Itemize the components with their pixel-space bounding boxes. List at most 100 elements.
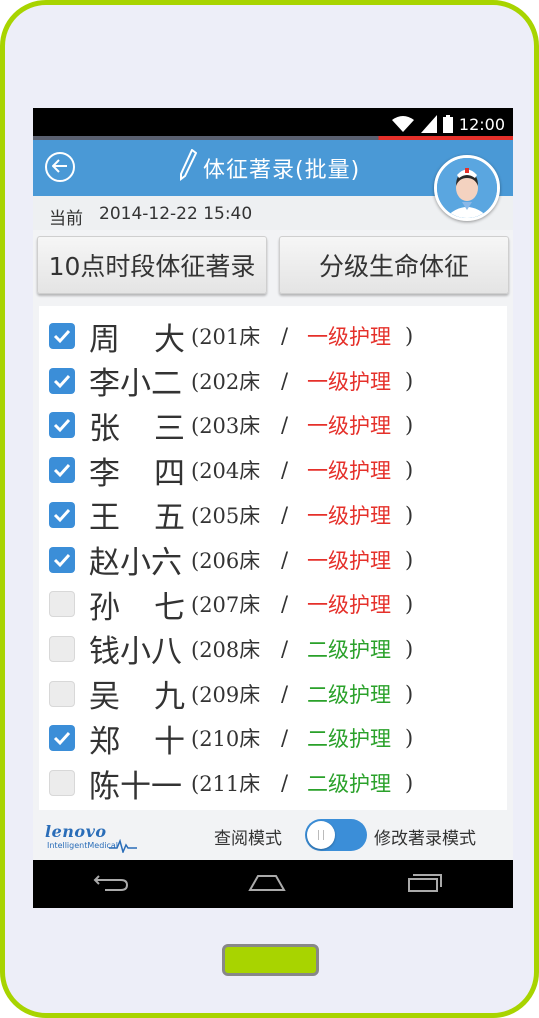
- separator: /: [281, 413, 289, 438]
- bed-number: (208床: [191, 637, 261, 662]
- bed-number: (210床: [191, 727, 261, 752]
- patient-checkbox[interactable]: [49, 635, 75, 662]
- care-level: 二级护理: [307, 637, 391, 662]
- patient-checkbox[interactable]: [49, 501, 75, 528]
- patient-checkbox[interactable]: [49, 680, 75, 707]
- patient-checkbox[interactable]: [49, 725, 75, 752]
- care-level: 二级护理: [307, 682, 391, 707]
- close-paren: ): [405, 592, 414, 617]
- care-level: 一级护理: [307, 414, 391, 439]
- patient-name: 吴九: [89, 679, 185, 716]
- patient-checkbox[interactable]: [49, 323, 75, 349]
- date-label: 当前: [49, 209, 83, 229]
- close-paren: ): [405, 458, 414, 483]
- view-mode-label: 查阅模式: [214, 829, 282, 849]
- nav-back-button[interactable]: [91, 870, 131, 898]
- date-value: 2014-12-22 15:40: [99, 204, 253, 224]
- care-level: 一级护理: [307, 548, 391, 573]
- care-level: 一级护理: [307, 325, 391, 349]
- separator: /: [281, 502, 289, 527]
- patient-checkbox[interactable]: [49, 546, 75, 573]
- nurse-avatar[interactable]: [434, 155, 500, 221]
- separator: /: [281, 681, 289, 706]
- back-icon: [51, 158, 68, 177]
- close-paren: ): [405, 368, 414, 393]
- lenovo-logo: lenovo IntelligentMedical: [45, 822, 141, 854]
- separator: /: [281, 547, 289, 572]
- close-paren: ): [405, 681, 414, 706]
- toggle-knob: [307, 821, 335, 849]
- patient-name: 李四: [89, 455, 185, 492]
- separator: /: [281, 771, 289, 795]
- patient-checkbox[interactable]: [49, 591, 75, 618]
- patient-name: 赵小六: [89, 545, 182, 581]
- patient-checkbox[interactable]: [49, 367, 75, 394]
- patient-list: 周大 (201床 / 一级护理) 李小二 (202床 / 一级护理) 张三 (203床 / 一级护理)…: [39, 306, 507, 810]
- list-item[interactable]: 张三 (203床 / 一级护理): [39, 403, 507, 447]
- status-bar: 12:00: [33, 108, 513, 140]
- graded-vitals-button[interactable]: 分级生命体征: [279, 236, 509, 294]
- separator: /: [281, 324, 289, 348]
- patient-name: 王五: [89, 500, 185, 537]
- patient-name: 陈十一: [89, 768, 182, 805]
- page-title: 体征著录(批量): [179, 148, 361, 187]
- list-item[interactable]: 李四 (204床 / 一级护理): [39, 448, 507, 492]
- close-paren: ): [405, 726, 414, 751]
- patient-name: 钱小八: [89, 634, 182, 671]
- android-nav-bar: [33, 860, 513, 908]
- list-item[interactable]: 李小二 (202床 / 一级护理): [39, 359, 507, 403]
- separator: /: [281, 636, 289, 661]
- close-paren: ): [405, 413, 414, 438]
- close-paren: ): [405, 771, 414, 795]
- page-title-text: 体征著录(批量): [203, 158, 361, 183]
- care-level: 一级护理: [307, 459, 391, 484]
- bed-number: (206床: [191, 548, 261, 573]
- care-level: 二级护理: [307, 727, 391, 752]
- app-screen: 12:00 体征著录(批量) 当前 2014-12-22 15:40 10点时段…: [33, 108, 513, 908]
- bed-number: (211床: [191, 772, 261, 796]
- close-paren: ): [405, 324, 414, 348]
- status-time: 12:00: [458, 114, 505, 134]
- patient-checkbox[interactable]: [49, 770, 75, 796]
- list-item[interactable]: 陈十一 (211床 / 二级护理): [39, 761, 507, 805]
- care-level: 一级护理: [307, 369, 391, 394]
- close-paren: ): [405, 502, 414, 527]
- list-item[interactable]: 吴九 (209床 / 二级护理): [39, 672, 507, 716]
- back-button[interactable]: [45, 152, 75, 182]
- hardware-home-button[interactable]: [222, 944, 319, 976]
- patient-name: 孙七: [89, 589, 185, 626]
- separator: /: [281, 458, 289, 483]
- bed-number: (203床: [191, 414, 261, 439]
- bed-number: (202床: [191, 369, 261, 394]
- vitals-record-button[interactable]: 10点时段体征著录: [37, 236, 267, 294]
- bed-number: (209床: [191, 682, 261, 707]
- list-item[interactable]: 郑十 (210床 / 二级护理): [39, 716, 507, 760]
- nav-home-button[interactable]: [247, 870, 287, 898]
- list-item[interactable]: 钱小八 (208床 / 二级护理): [39, 627, 507, 671]
- care-level: 二级护理: [307, 772, 391, 796]
- list-item[interactable]: 孙七 (207床 / 一级护理): [39, 582, 507, 626]
- list-item[interactable]: 赵小六 (206床 / 一级护理): [39, 538, 507, 582]
- pencil-icon: [179, 148, 198, 187]
- patient-name: 张三: [89, 410, 185, 447]
- list-item[interactable]: 王五 (205床 / 一级护理): [39, 493, 507, 537]
- heartbeat-icon: [109, 839, 137, 853]
- separator: /: [281, 726, 289, 751]
- patient-checkbox[interactable]: [49, 412, 75, 439]
- footer-bar: lenovo IntelligentMedical 查阅模式 修改著录模式: [33, 810, 513, 860]
- edit-mode-label: 修改著录模式: [374, 829, 476, 849]
- nav-recent-button[interactable]: [405, 870, 445, 898]
- patient-name: 郑十: [89, 723, 185, 760]
- patient-name: 周大: [89, 321, 185, 358]
- care-level: 一级护理: [307, 503, 391, 528]
- list-item[interactable]: 周大 (201床 / 一级护理): [39, 314, 507, 358]
- patient-checkbox[interactable]: [49, 457, 75, 484]
- close-paren: ): [405, 547, 414, 572]
- battery-icon: [442, 115, 453, 133]
- nav-recent-icon: [407, 872, 443, 896]
- bed-number: (205床: [191, 503, 261, 528]
- signal-icon: [420, 115, 437, 133]
- close-paren: ): [405, 636, 414, 661]
- mode-toggle[interactable]: [305, 819, 367, 851]
- bed-number: (201床: [191, 325, 261, 349]
